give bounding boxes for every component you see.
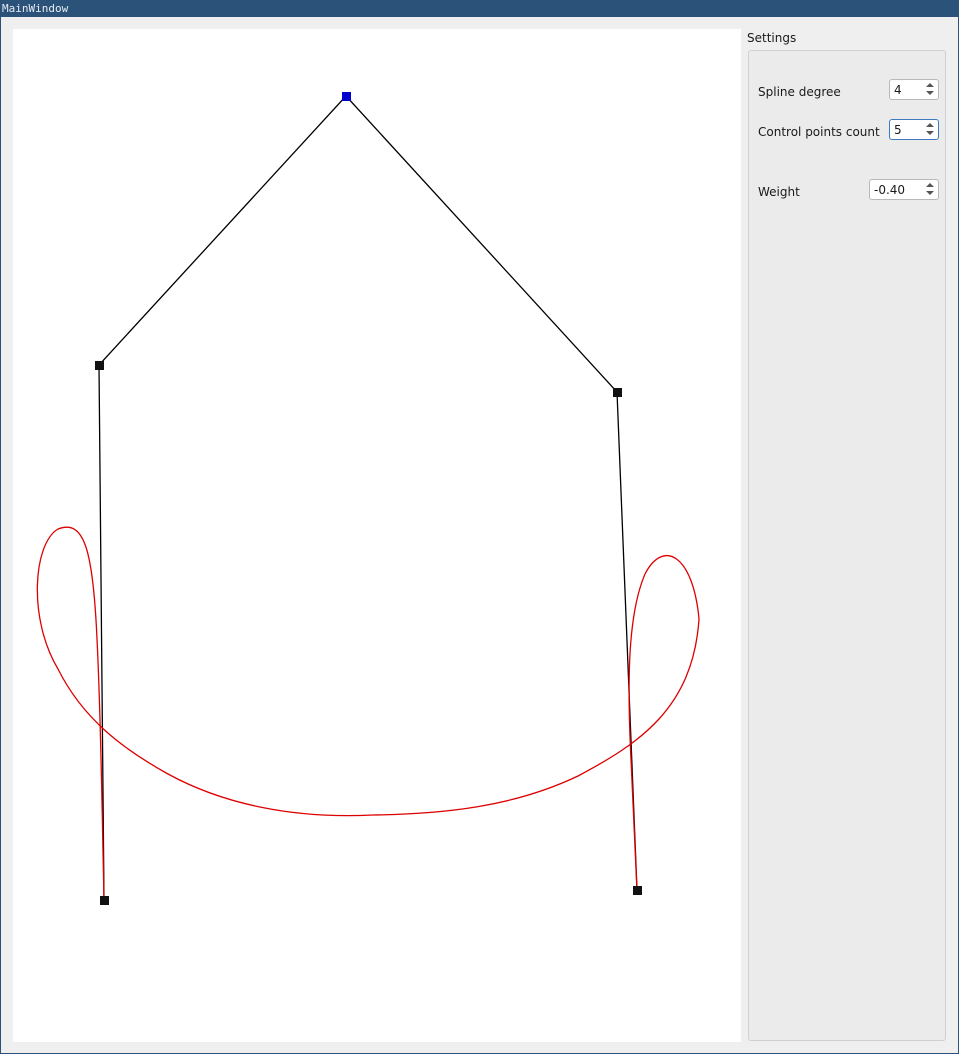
settings-group-title: Settings [747,31,797,45]
spline-drawing[interactable] [13,29,741,1042]
spline-degree-label: Spline degree [758,85,841,99]
control-point-selected[interactable] [342,92,351,101]
weight-spinbox[interactable] [869,179,939,200]
window-title: MainWindow [2,2,69,15]
spline-curve [36,526,700,901]
spline-degree-input[interactable] [890,80,922,99]
spin-down-icon[interactable] [926,131,934,135]
weight-input[interactable] [870,180,922,199]
weight-arrows[interactable] [923,180,938,199]
spin-down-icon[interactable] [926,191,934,195]
control-points-count-spinbox[interactable] [889,119,939,140]
settings-group: Spline degree Control points count Weigh… [748,50,946,1041]
control-points-count-label: Control points count [758,125,880,139]
spline-canvas[interactable] [13,29,741,1042]
control-point[interactable] [613,388,622,397]
main-window-client: Settings Spline degree Control points co… [1,17,958,1053]
weight-label: Weight [758,185,800,199]
spline-degree-arrows[interactable] [923,80,938,99]
control-points-count-input[interactable] [890,120,922,139]
spin-up-icon[interactable] [926,183,934,187]
window-title-bar[interactable]: MainWindow [0,0,959,17]
control-points-count-arrows[interactable] [923,120,938,139]
control-point[interactable] [95,361,104,370]
spin-up-icon[interactable] [926,123,934,127]
spline-degree-spinbox[interactable] [889,79,939,100]
spin-down-icon[interactable] [926,91,934,95]
spin-up-icon[interactable] [926,83,934,87]
control-point[interactable] [633,886,642,895]
control-point[interactable] [100,896,109,905]
